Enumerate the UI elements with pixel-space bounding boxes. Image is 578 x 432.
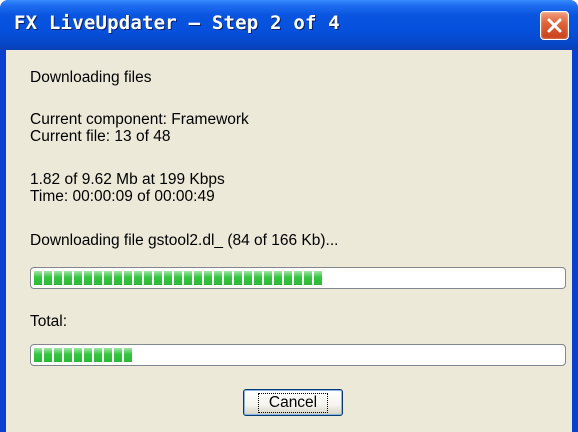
file-progress-bar xyxy=(30,267,566,289)
transfer-rate-label: 1.82 of 9.62 Mb at 199 Kbps xyxy=(30,171,225,188)
title-bar[interactable]: FX LiveUpdater – Step 2 of 4 xyxy=(0,0,578,50)
total-label: Total: xyxy=(30,313,68,330)
cancel-button-label: Cancel xyxy=(257,392,329,413)
file-status-label: Downloading file gstool2.dl_ (84 of 166 … xyxy=(30,232,339,249)
status-heading: Downloading files xyxy=(30,69,152,86)
dialog-body: Downloading files Current component: Fra… xyxy=(6,50,572,432)
cancel-button[interactable]: Cancel xyxy=(243,389,343,416)
current-file-label: Current file: 13 of 48 xyxy=(30,128,171,145)
total-progress-fill xyxy=(34,348,132,362)
current-component-label: Current component: Framework xyxy=(30,111,249,128)
close-button[interactable] xyxy=(540,11,569,40)
file-progress-fill xyxy=(34,271,322,285)
total-progress-bar xyxy=(30,344,566,366)
close-icon xyxy=(547,18,562,33)
window-title: FX LiveUpdater – Step 2 of 4 xyxy=(14,12,340,34)
updater-window: FX LiveUpdater – Step 2 of 4 Downloading… xyxy=(0,0,578,432)
time-label: Time: 00:00:09 of 00:00:49 xyxy=(30,188,215,205)
